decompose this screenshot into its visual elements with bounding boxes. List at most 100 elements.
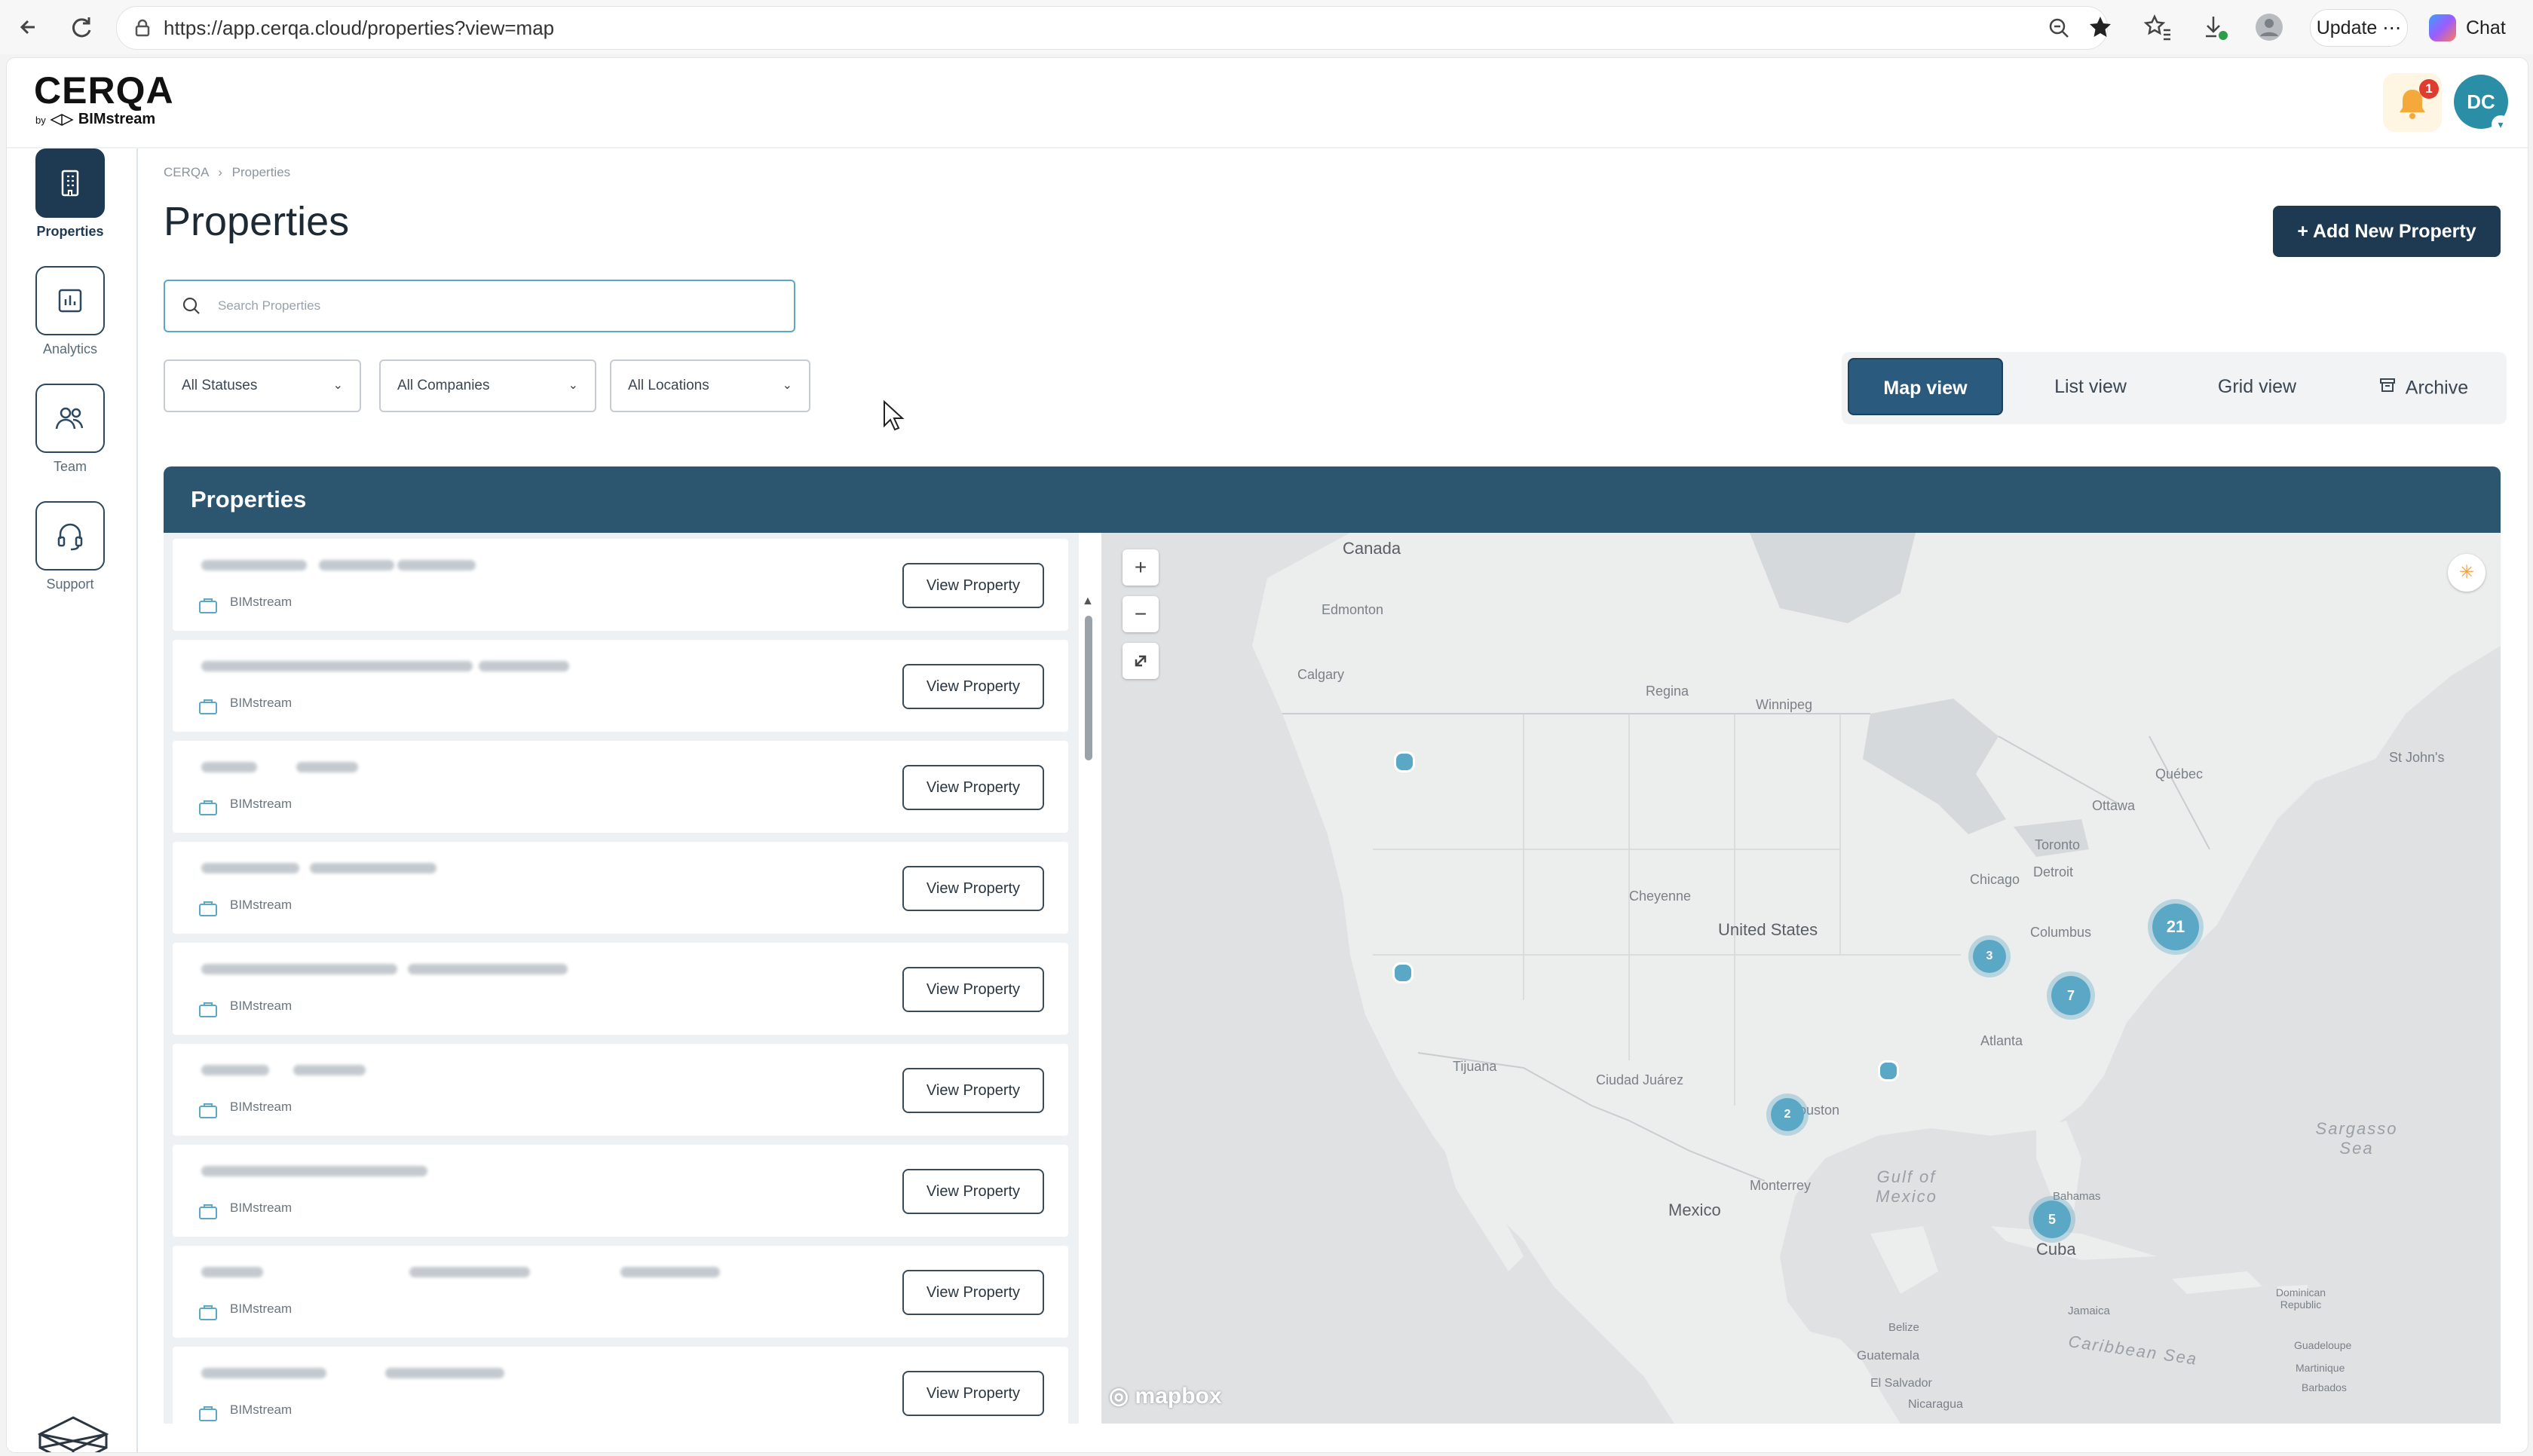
- sidebar-item-properties[interactable]: Properties: [35, 148, 105, 240]
- list-item[interactable]: BIMstream View Property: [173, 1246, 1068, 1338]
- zoom-out-button[interactable]: −: [1123, 596, 1159, 632]
- list-scrollbar-thumb[interactable]: [1085, 616, 1092, 760]
- property-name-redacted: [201, 762, 257, 772]
- update-label: Update: [2316, 17, 2378, 38]
- zoom-icon[interactable]: [2047, 16, 2071, 44]
- search-input[interactable]: [216, 290, 777, 322]
- property-name-redacted: [293, 1065, 366, 1075]
- add-new-property-button[interactable]: + Add New Property: [2273, 206, 2501, 257]
- breadcrumb-root[interactable]: CERQA: [164, 165, 209, 179]
- map-label-calgary: Calgary: [1297, 667, 1345, 682]
- sidebar-item-label: Support: [46, 577, 94, 592]
- view-property-button[interactable]: View Property: [902, 563, 1044, 608]
- map-label-cuba: Cuba: [2036, 1240, 2076, 1259]
- map-label-sargasso-sea: Sargasso Sea: [2315, 1119, 2398, 1158]
- company-filter-select[interactable]: All Companies ⌄: [379, 359, 596, 412]
- zoom-in-button[interactable]: +: [1123, 549, 1159, 586]
- chevron-down-icon: ⌄: [782, 379, 792, 392]
- update-button[interactable]: Update ⋯: [2310, 9, 2408, 47]
- list-item[interactable]: BIMstream View Property: [173, 539, 1068, 631]
- map-cluster[interactable]: 3: [1968, 935, 2011, 977]
- company-icon: [198, 899, 218, 921]
- sidebar-item-support[interactable]: Support: [35, 501, 105, 592]
- list-item[interactable]: BIMstream View Property: [173, 1347, 1068, 1424]
- map-label-regina: Regina: [1646, 684, 1689, 699]
- view-property-button[interactable]: View Property: [902, 967, 1044, 1012]
- map-cluster[interactable]: 21: [2148, 899, 2204, 955]
- property-name-redacted: [385, 1368, 504, 1378]
- map-cluster[interactable]: 2: [1766, 1094, 1809, 1136]
- sidebar-item-label: Team: [53, 459, 87, 474]
- property-name-redacted: [409, 1267, 530, 1277]
- view-property-button[interactable]: View Property: [902, 1169, 1044, 1214]
- list-item[interactable]: BIMstream View Property: [173, 741, 1068, 833]
- list-item[interactable]: BIMstream View Property: [173, 943, 1068, 1035]
- sidebar-item-analytics[interactable]: Analytics: [35, 266, 105, 357]
- property-map[interactable]: Canada Edmonton Calgary Regina Winnipeg …: [1101, 533, 2501, 1424]
- copilot-icon: [2429, 14, 2456, 42]
- chevron-down-icon: ⌄: [332, 379, 343, 392]
- reload-icon[interactable]: [66, 12, 96, 42]
- scroll-up-arrow-icon[interactable]: ▲: [1082, 595, 1094, 608]
- breadcrumb-current: Properties: [231, 165, 291, 179]
- chevron-down-icon: ⌄: [568, 379, 578, 392]
- building-icon: [35, 148, 105, 218]
- map-label-st-johns: St John's: [2389, 750, 2445, 765]
- map-label-el-salvador: El Salvador: [1870, 1377, 1932, 1390]
- mapbox-attribution[interactable]: ◎ mapbox: [1109, 1383, 1222, 1409]
- notifications-button[interactable]: 1: [2383, 73, 2442, 132]
- property-name-redacted: [201, 560, 307, 570]
- profile-icon[interactable]: [2254, 12, 2284, 42]
- view-property-button[interactable]: View Property: [902, 664, 1044, 709]
- list-item[interactable]: BIMstream View Property: [173, 1145, 1068, 1237]
- sidebar-item-team[interactable]: Team: [35, 384, 105, 475]
- property-name-redacted: [201, 1267, 263, 1277]
- chevron-down-icon[interactable]: ▾: [2492, 115, 2510, 133]
- map-cluster[interactable]: 7: [2047, 971, 2095, 1020]
- map-pin[interactable]: [1392, 962, 1414, 983]
- view-property-button[interactable]: View Property: [902, 1371, 1044, 1416]
- fullscreen-button[interactable]: [1123, 643, 1159, 679]
- lock-icon[interactable]: [132, 17, 153, 42]
- view-property-button[interactable]: View Property: [902, 1068, 1044, 1113]
- tab-archive[interactable]: Archive: [2348, 358, 2499, 415]
- map-pin[interactable]: [1878, 1060, 1899, 1081]
- bimstream-cube-icon: [35, 1415, 111, 1452]
- locate-icon[interactable]: ✳: [2448, 554, 2486, 592]
- status-filter-select[interactable]: All Statuses ⌄: [164, 359, 361, 412]
- list-item[interactable]: BIMstream View Property: [173, 842, 1068, 934]
- property-name-redacted: [397, 560, 476, 570]
- view-property-button[interactable]: View Property: [902, 1270, 1044, 1315]
- view-property-button[interactable]: View Property: [902, 765, 1044, 810]
- logo[interactable]: CERQA: [34, 69, 174, 112]
- list-item[interactable]: BIMstream View Property: [173, 640, 1068, 732]
- map-label-cheyenne: Cheyenne: [1629, 889, 1692, 904]
- tab-list-view[interactable]: List view: [2015, 358, 2166, 415]
- tab-map-view[interactable]: Map view: [1848, 358, 2003, 415]
- map-cluster[interactable]: 5: [2029, 1196, 2075, 1243]
- tab-grid-view[interactable]: Grid view: [2178, 358, 2336, 415]
- logo-by-text: by: [35, 115, 46, 126]
- search-box[interactable]: [164, 280, 795, 332]
- copilot-chat-button[interactable]: Chat: [2429, 9, 2519, 45]
- company-name: BIMstream: [230, 595, 293, 609]
- panel-title: Properties: [191, 486, 307, 512]
- notification-badge: 1: [2419, 79, 2439, 99]
- map-label-ottawa: Ottawa: [2092, 798, 2136, 813]
- address-bar[interactable]: https://app.cerqa.cloud/properties?view=…: [116, 6, 2111, 50]
- map-label-united-states: United States: [1718, 920, 1818, 939]
- url-text[interactable]: https://app.cerqa.cloud/properties?view=…: [164, 7, 554, 49]
- favorite-star-icon[interactable]: [2087, 14, 2113, 44]
- company-icon: [198, 1000, 218, 1022]
- property-name-redacted: [201, 1166, 427, 1176]
- downloads-icon[interactable]: [2200, 12, 2230, 42]
- map-pin[interactable]: [1394, 751, 1415, 772]
- chart-icon: [35, 266, 105, 335]
- location-filter-select[interactable]: All Locations ⌄: [610, 359, 810, 412]
- breadcrumb: CERQA › Properties: [164, 165, 290, 180]
- view-property-button[interactable]: View Property: [902, 866, 1044, 911]
- back-arrow-icon[interactable]: [14, 12, 44, 42]
- map-label-guadeloupe: Guadeloupe: [2294, 1339, 2352, 1351]
- list-item[interactable]: BIMstream View Property: [173, 1044, 1068, 1136]
- favorites-list-icon[interactable]: [2142, 12, 2173, 42]
